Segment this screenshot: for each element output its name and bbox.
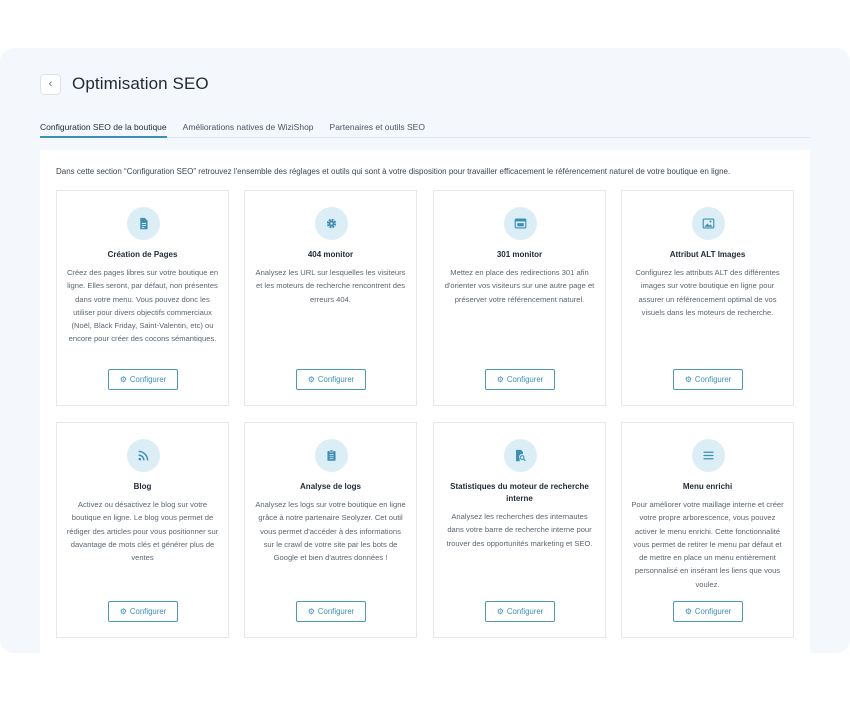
page-title: Optimisation SEO: [72, 74, 209, 93]
card-404-monitor: 404 monitor Analysez les URL sur lesquel…: [244, 190, 417, 406]
card-description: Activez ou désactivez le blog sur votre …: [66, 500, 219, 563]
configure-label: Configurer: [506, 607, 544, 616]
page-container: ‹ Optimisation SEO Configuration SEO de …: [0, 48, 850, 653]
image-icon: [692, 207, 725, 240]
card-analyse-logs: Analyse de logs Analysez les logs sur vo…: [244, 422, 417, 638]
configure-label: Configurer: [694, 607, 732, 616]
card-description: Configurez les attributs ALT des différe…: [635, 268, 780, 317]
card-301-monitor: 301 monitor Mettez en place des redirect…: [433, 190, 606, 406]
configure-button[interactable]: ⚙ Configurer: [485, 601, 555, 622]
clipboard-icon: [315, 439, 348, 472]
card-title: Création de Pages: [107, 250, 178, 259]
card-title: Blog: [133, 482, 152, 491]
content-panel: Dans cette section “Configuration SEO” r…: [40, 150, 810, 653]
card-title: Menu enrichi: [682, 482, 733, 491]
configure-button[interactable]: ⚙ Configurer: [296, 369, 366, 390]
card-title: Statistiques du moteur de recherche inte…: [450, 482, 589, 503]
page-header: ‹ Optimisation SEO: [40, 72, 209, 96]
tab-bar: Configuration SEO de la boutique Amélior…: [40, 122, 810, 138]
configure-label: Configurer: [506, 375, 544, 384]
card-description: Créez des pages libres sur votre boutiqu…: [66, 268, 219, 344]
card-description: Analysez les logs sur votre boutique en …: [255, 500, 406, 563]
gear-icon: ⚙: [496, 606, 504, 616]
chevron-left-icon: ‹: [48, 77, 53, 90]
card-attribut-alt: Attribut ALT Images Configurez les attri…: [621, 190, 794, 406]
gear-icon: [315, 207, 348, 240]
card-description: Analysez les URL sur lesquelles les visi…: [255, 268, 406, 304]
intro-text: Dans cette section “Configuration SEO” r…: [56, 167, 731, 176]
card-title: Attribut ALT Images: [669, 250, 746, 259]
card-blog: Blog Activez ou désactivez le blog sur v…: [56, 422, 229, 638]
configure-button[interactable]: ⚙ Configurer: [296, 601, 366, 622]
configure-label: Configurer: [317, 375, 355, 384]
gear-icon: ⚙: [307, 606, 315, 616]
card-statistiques-recherche: Statistiques du moteur de recherche inte…: [433, 422, 606, 638]
card-title: 301 monitor: [496, 250, 543, 259]
file-search-icon: [504, 439, 537, 472]
document-icon: [127, 207, 160, 240]
configure-label: Configurer: [129, 607, 167, 616]
configure-label: Configurer: [129, 375, 167, 384]
tab-configuration-seo[interactable]: Configuration SEO de la boutique: [40, 122, 167, 138]
card-title: 404 monitor: [307, 250, 354, 259]
gear-icon: ⚙: [684, 606, 692, 616]
tab-partenaires-outils[interactable]: Partenaires et outils SEO: [330, 122, 425, 137]
menu-icon: [692, 439, 725, 472]
card-menu-enrichi: Menu enrichi Pour améliorer votre mailla…: [621, 422, 794, 638]
configure-button[interactable]: ⚙ Configurer: [108, 601, 178, 622]
configure-button[interactable]: ⚙ Configurer: [673, 601, 743, 622]
configure-label: Configurer: [317, 607, 355, 616]
card-description: Mettez en place des redirections 301 afi…: [444, 268, 595, 304]
configure-label: Configurer: [694, 375, 732, 384]
browser-window-icon: [504, 207, 537, 240]
card-description: Pour améliorer votre maillage interne et…: [631, 500, 784, 589]
rss-icon: [127, 439, 160, 472]
configure-button[interactable]: ⚙ Configurer: [485, 369, 555, 390]
card-title: Analyse de logs: [300, 482, 361, 491]
gear-icon: ⚙: [119, 374, 127, 384]
configure-button[interactable]: ⚙ Configurer: [673, 369, 743, 390]
back-button[interactable]: ‹: [40, 73, 61, 95]
card-creation-pages: Création de Pages Créez des pages libres…: [56, 190, 229, 406]
gear-icon: ⚙: [119, 606, 127, 616]
configure-button[interactable]: ⚙ Configurer: [108, 369, 178, 390]
tab-ameliorations-natives[interactable]: Améliorations natives de WiziShop: [183, 122, 314, 137]
gear-icon: ⚙: [496, 374, 504, 384]
gear-icon: ⚙: [307, 374, 315, 384]
gear-icon: ⚙: [684, 374, 692, 384]
card-description: Analysez les recherches des internautes …: [446, 512, 593, 548]
